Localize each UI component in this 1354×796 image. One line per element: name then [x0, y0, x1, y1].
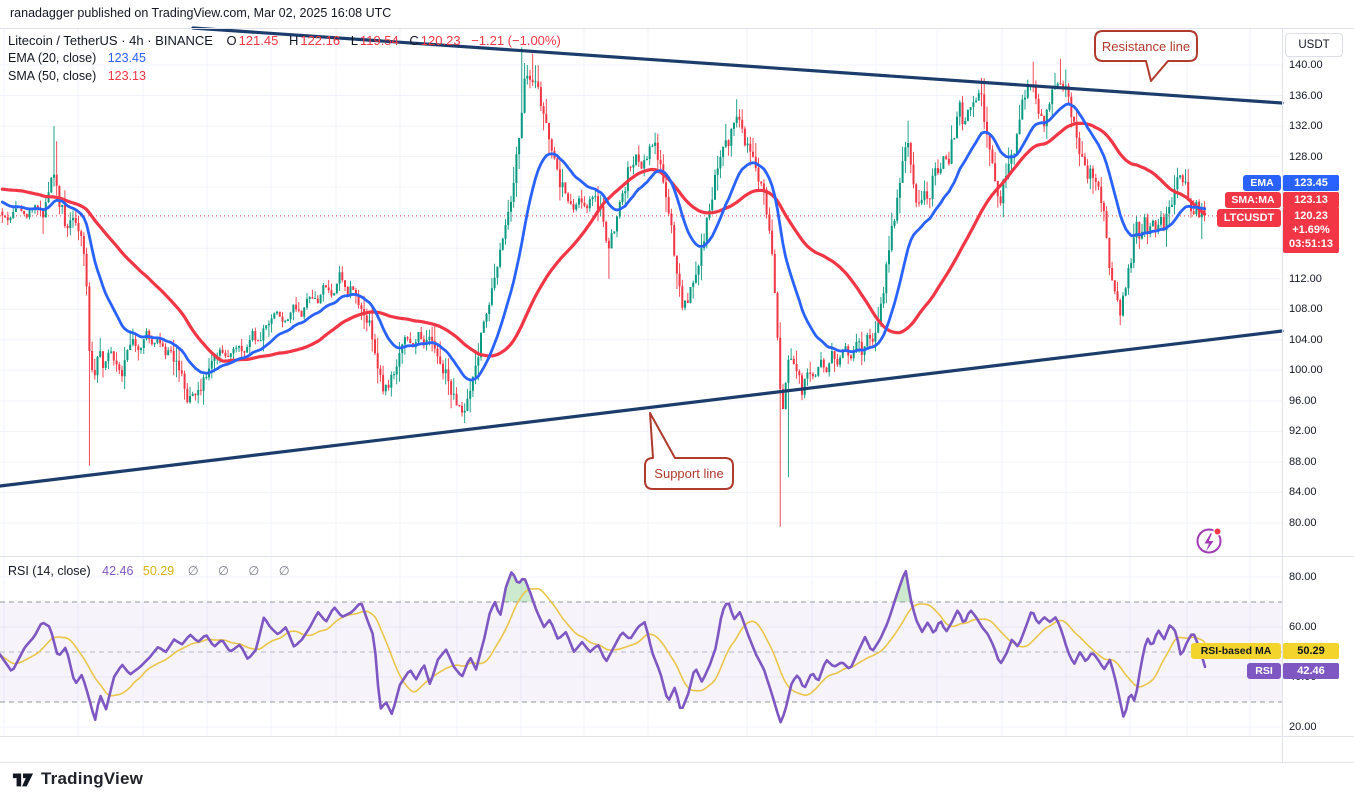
sma-price-badge: 123.13 [1283, 192, 1339, 208]
ema-indicator-legend[interactable]: EMA (20, close) 123.45 [8, 51, 146, 65]
attribution-text: ranadagger published on TradingView.com,… [10, 6, 391, 20]
rsi-ma-legend-value: 50.29 [143, 564, 174, 578]
sma-legend-value: 123.13 [108, 69, 146, 83]
high-value: 122.16 [300, 33, 340, 48]
symbol-title[interactable]: Litecoin / TetherUS · 4h · BINANCE [8, 33, 213, 48]
high-label: H [289, 33, 298, 48]
support-callout[interactable]: Support line [645, 458, 733, 489]
flash-icon[interactable] [1198, 528, 1222, 553]
rsi-tick-label: 20.00 [1289, 720, 1317, 734]
callout-bubbles[interactable] [645, 31, 1197, 489]
header-separator [0, 28, 1354, 29]
pane-separator [0, 556, 1354, 557]
ema-line [2, 104, 1204, 380]
low-label: L [351, 33, 358, 48]
rsi-overbought-fill [503, 571, 911, 602]
tradingview-published-chart: ranadagger published on TradingView.com,… [0, 0, 1354, 796]
last-price-change: +1.69% [1283, 223, 1339, 237]
price-tick-label: 100.00 [1289, 363, 1323, 377]
support-trendline[interactable] [0, 331, 1282, 486]
ema-legend-value: 123.45 [108, 51, 146, 65]
last-price-badge: 120.23 +1.69% 03:51:13 [1283, 207, 1339, 253]
bar-countdown: 03:51:13 [1283, 237, 1339, 251]
price-tick-label: 80.00 [1289, 516, 1317, 530]
rsi-ma-badge: 50.29 [1283, 643, 1339, 659]
price-tick-label: 92.00 [1289, 424, 1317, 438]
footer-separator [0, 762, 1354, 763]
price-tick-label: 84.00 [1289, 485, 1317, 499]
price-tick-label: 104.00 [1289, 333, 1323, 347]
price-tick-label: 132.00 [1289, 119, 1323, 133]
price-tick-label: 140.00 [1289, 58, 1323, 72]
candlestick-series [2, 47, 1204, 526]
tradingview-brand[interactable]: TradingView [12, 768, 143, 790]
rsi-tick-label: 80.00 [1289, 570, 1317, 584]
brand-name: TradingView [41, 769, 143, 789]
low-value: 119.54 [360, 33, 399, 48]
ema-price-chip: EMA [1243, 175, 1281, 191]
open-label: O [226, 33, 236, 48]
currency-toggle-button[interactable]: USDT [1285, 33, 1343, 57]
rsi-band [0, 602, 1282, 702]
last-price-value: 120.23 [1283, 209, 1339, 223]
resistance-callout[interactable]: Resistance line [1095, 31, 1197, 61]
price-tick-label: 88.00 [1289, 455, 1317, 469]
change-value: −1.21 (−1.00%) [471, 33, 561, 48]
rsi-legend-label: RSI (14, close) [8, 564, 91, 578]
sma-indicator-legend[interactable]: SMA (50, close) 123.13 [8, 69, 146, 83]
price-tick-label: 108.00 [1289, 302, 1323, 316]
rsi-ma-chip: RSI-based MA [1191, 643, 1281, 659]
rsi-indicator-legend[interactable]: RSI (14, close) 42.46 50.29 ∅ ∅ ∅ ∅ [8, 563, 298, 578]
tradingview-logo-icon [12, 768, 34, 790]
close-label: C [409, 33, 418, 48]
symbol-price-chip: LTCUSDT [1217, 209, 1281, 227]
close-value: 120.23 [421, 33, 461, 48]
axis-separator [0, 736, 1354, 737]
price-tick-label: 136.00 [1289, 89, 1323, 103]
symbol-legend-row[interactable]: Litecoin / TetherUS · 4h · BINANCE O121.… [8, 33, 563, 48]
rsi-legend-value: 42.46 [102, 564, 133, 578]
price-tick-label: 96.00 [1289, 394, 1317, 408]
price-tick-label: 128.00 [1289, 150, 1323, 164]
ohlc-values: O121.45 H122.16 L119.54 C120.23 −1.21 (−… [226, 33, 562, 48]
ema-legend-label: EMA (20, close) [8, 51, 96, 65]
sma-legend-label: SMA (50, close) [8, 69, 96, 83]
rsi-tick-label: 60.00 [1289, 620, 1317, 634]
sma-price-chip: SMA:MA [1225, 192, 1281, 208]
sma-line [2, 123, 1204, 361]
chart-canvas[interactable] [0, 0, 1354, 796]
rsi-chip: RSI [1247, 663, 1281, 679]
open-value: 121.45 [239, 33, 279, 48]
price-tick-label: 112.00 [1289, 272, 1322, 286]
ema-price-badge: 123.45 [1283, 175, 1339, 191]
rsi-badge: 42.46 [1283, 663, 1339, 679]
rsi-empty-slots: ∅ ∅ ∅ ∅ [188, 564, 298, 578]
